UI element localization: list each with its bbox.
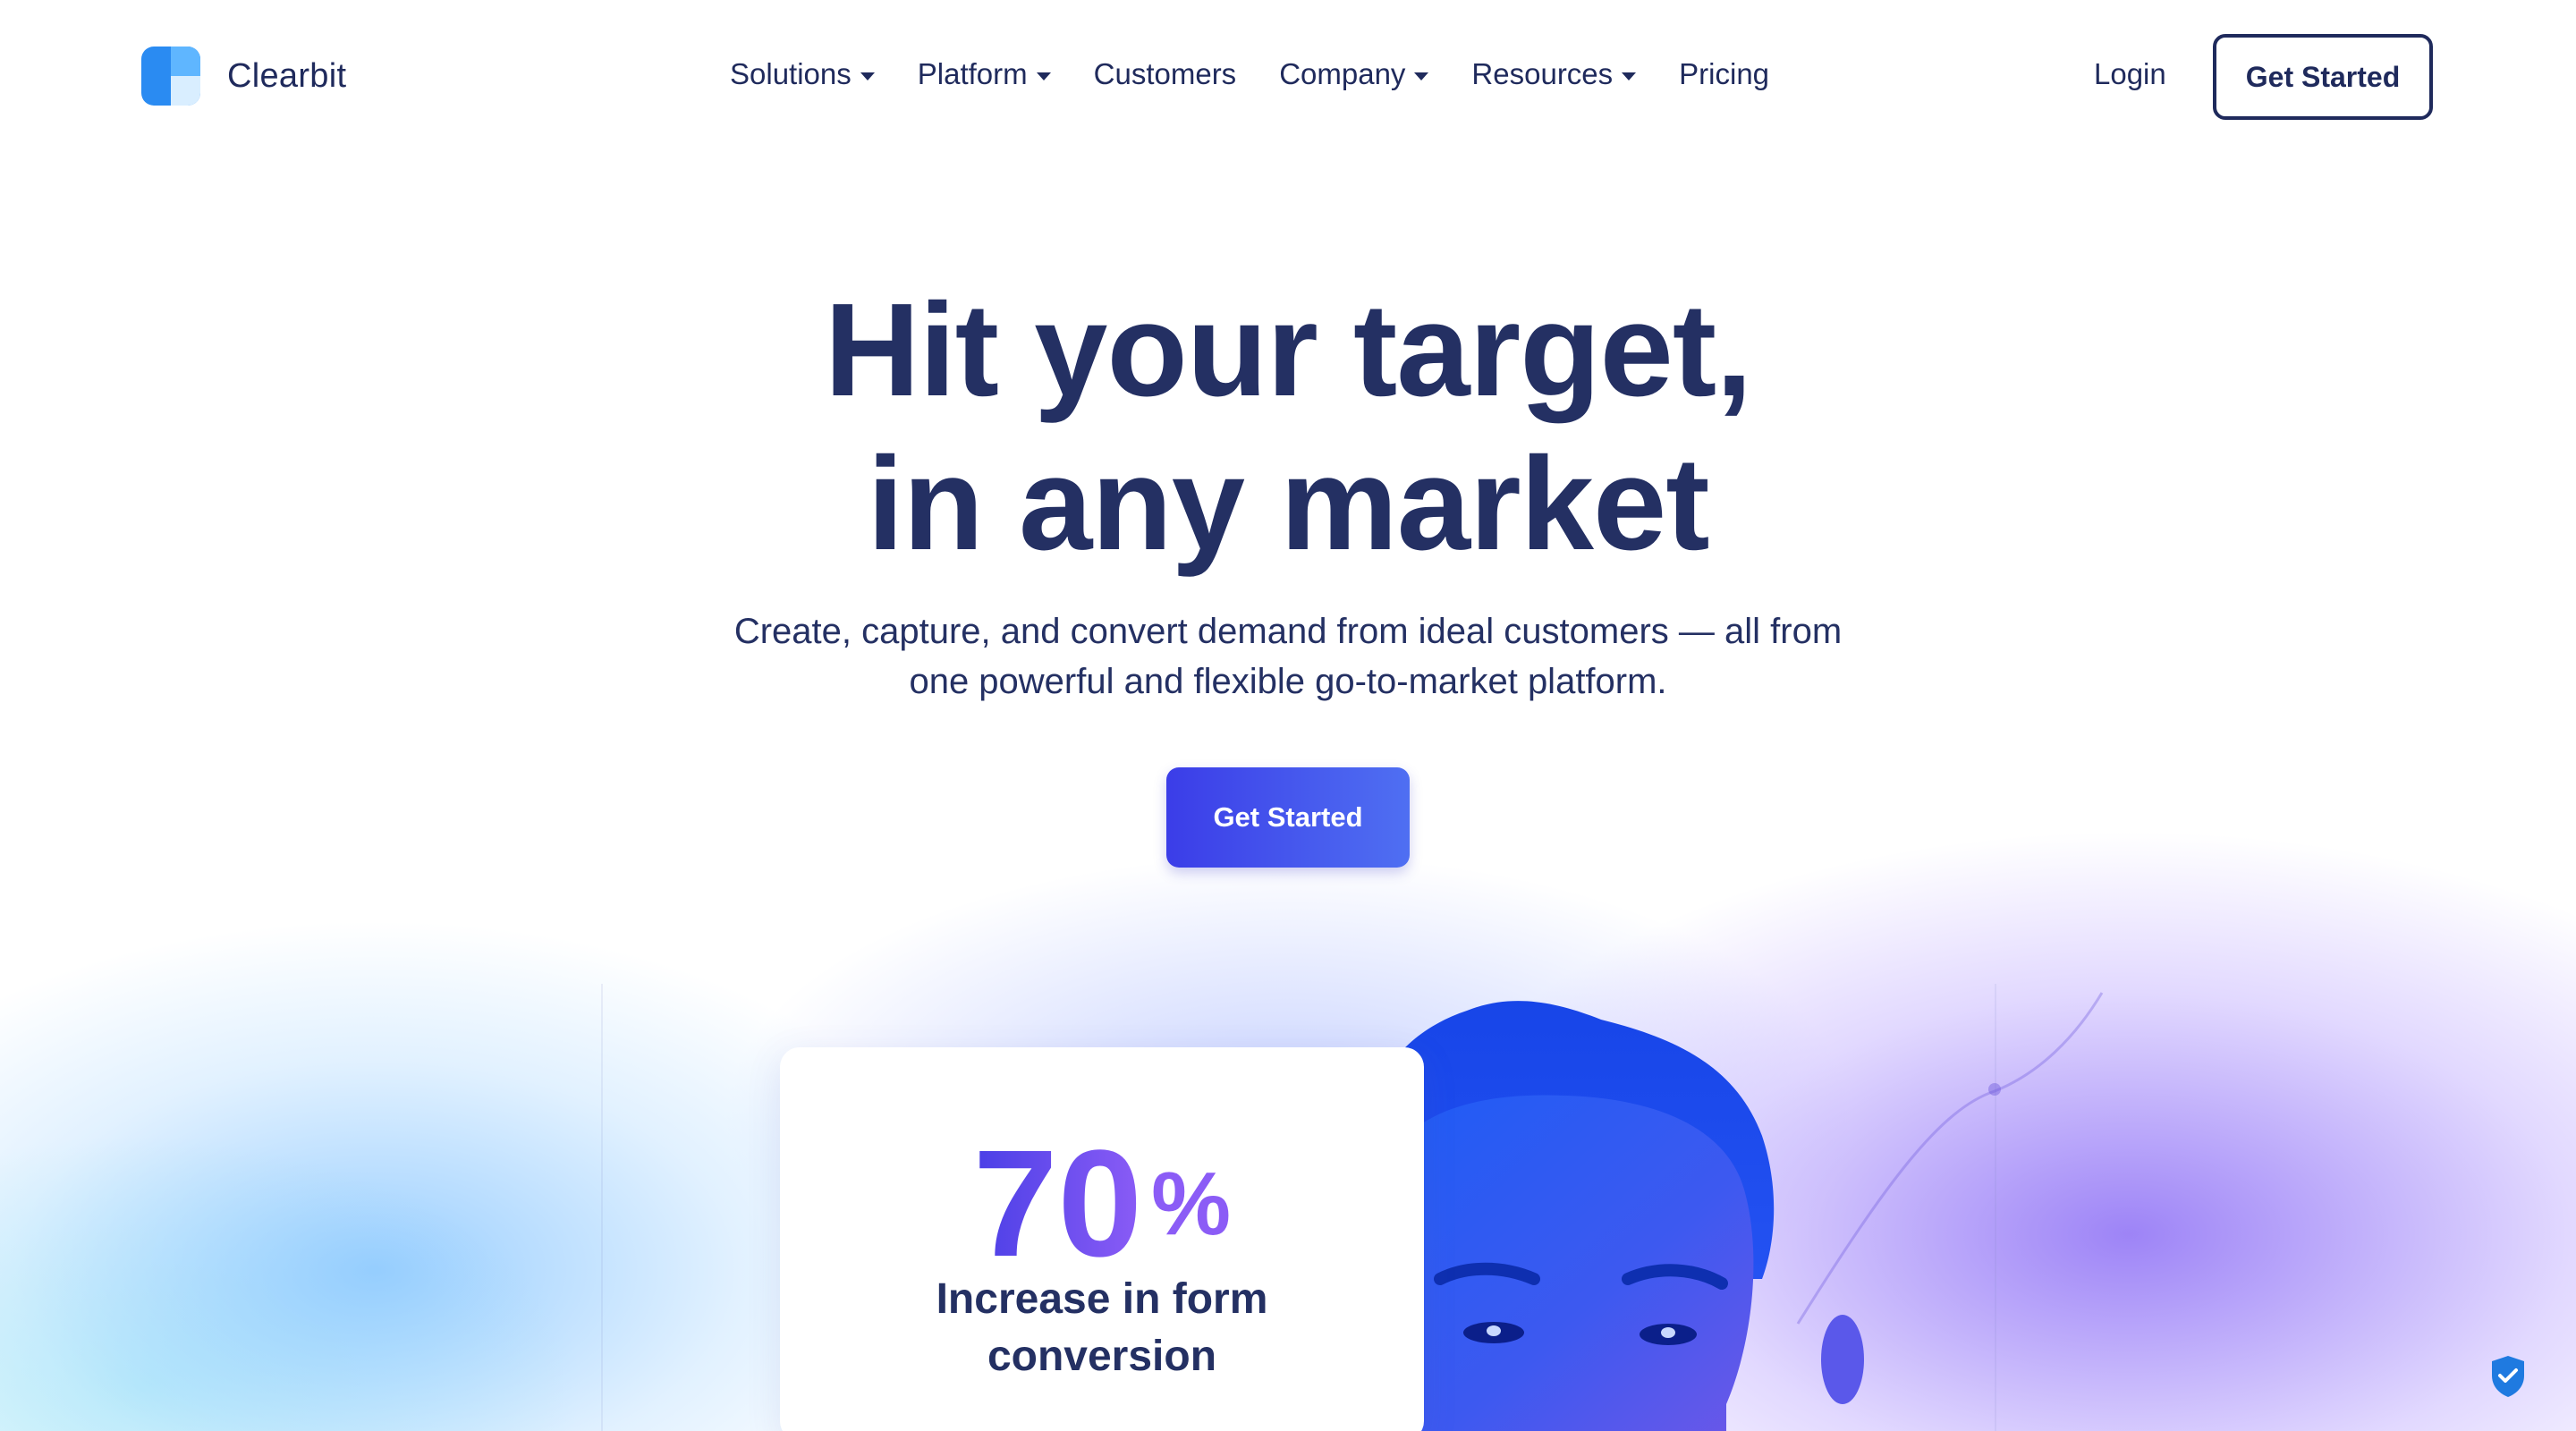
brand-name: Clearbit [227, 56, 347, 95]
hero-subtitle: Create, capture, and convert demand from… [662, 606, 1914, 707]
chevron-down-icon [860, 72, 875, 80]
clearbit-logo[interactable]: Clearbit [141, 47, 346, 106]
logo-mark-icon [141, 47, 200, 106]
nav-item-pricing[interactable]: Pricing [1679, 57, 1769, 91]
chevron-down-icon [1036, 72, 1051, 80]
hero-title-line: Hit your target, [824, 276, 1753, 424]
hero-title: Hit your target, in any market [0, 274, 2576, 581]
chevron-down-icon [1414, 72, 1429, 80]
stat-value: 70% [780, 1128, 1424, 1280]
hero-title-line: in any market [867, 430, 1709, 578]
stat-label: Increase in form conversion [780, 1271, 1424, 1385]
nav-item-customers[interactable]: Customers [1094, 57, 1237, 91]
main-nav: Solutions Platform Customers Company Res… [730, 57, 1812, 91]
nav-item-label: Platform [917, 57, 1028, 90]
header-get-started-button[interactable]: Get Started [2213, 34, 2433, 120]
nav-item-label: Customers [1093, 57, 1237, 90]
hero-subtitle-line: one powerful and flexible go-to-market p… [909, 662, 1667, 701]
chevron-down-icon [1622, 72, 1637, 80]
nav-item-label: Resources [1471, 57, 1614, 90]
nav-item-label: Solutions [730, 57, 852, 90]
nav-item-label: Pricing [1679, 57, 1770, 90]
site-header: Clearbit Solutions Platform Customers Co… [0, 34, 2576, 120]
stat-label-line: Increase in form [936, 1275, 1268, 1323]
hero-get-started-button[interactable]: Get Started [1166, 767, 1410, 868]
nav-item-label: Company [1279, 57, 1406, 90]
nav-item-resources[interactable]: Resources [1471, 57, 1637, 91]
stat-card: 70% Increase in form conversion [780, 1047, 1424, 1431]
stat-number: 70 [972, 1119, 1143, 1289]
shield-check-icon[interactable] [2481, 1349, 2535, 1402]
nav-item-solutions[interactable]: Solutions [730, 57, 875, 91]
nav-item-company[interactable]: Company [1279, 57, 1429, 91]
grid-line [601, 984, 603, 1431]
nav-item-platform[interactable]: Platform [918, 57, 1051, 91]
login-link[interactable]: Login [2094, 57, 2166, 91]
hero-subtitle-line: Create, capture, and convert demand from… [733, 612, 1843, 651]
stat-label-line: conversion [987, 1333, 1217, 1380]
stat-unit: % [1151, 1154, 1231, 1254]
